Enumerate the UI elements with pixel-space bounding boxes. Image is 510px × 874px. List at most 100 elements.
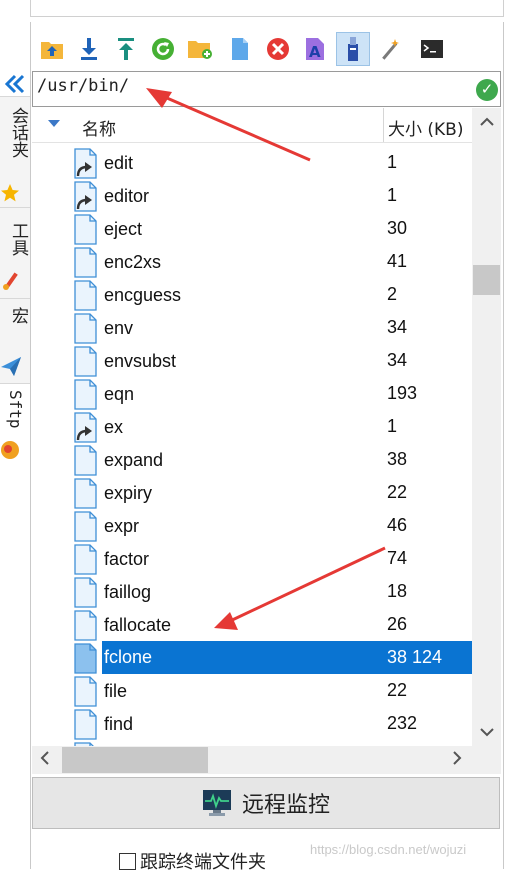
file-row[interactable]: enc2xs 41 bbox=[32, 245, 473, 278]
file-size: 1 bbox=[387, 185, 398, 205]
file-name: envsubst bbox=[104, 351, 177, 371]
file-size: 38 124 bbox=[384, 641, 473, 674]
follow-terminal-checkbox[interactable] bbox=[119, 852, 136, 870]
file-icon bbox=[74, 643, 97, 674]
file-size: 30 bbox=[387, 218, 408, 238]
file-row[interactable]: eject 30 bbox=[32, 212, 473, 245]
side-panel: 会话夹 工具 宏 Sftp bbox=[0, 22, 30, 869]
column-divider[interactable] bbox=[383, 108, 384, 142]
file-name: expr bbox=[104, 516, 140, 536]
file-row[interactable]: fclone 38 124 bbox=[32, 641, 473, 674]
sort-arrow-icon[interactable] bbox=[48, 120, 60, 127]
column-name-header[interactable]: 名称 bbox=[82, 115, 116, 140]
refresh-button[interactable] bbox=[146, 32, 180, 66]
column-size-header[interactable]: 大小 (KB) bbox=[388, 115, 463, 140]
file-row[interactable]: expand 38 bbox=[32, 443, 473, 476]
file-icon bbox=[74, 214, 97, 245]
file-size: 2 bbox=[387, 284, 398, 304]
download-button[interactable] bbox=[72, 32, 106, 66]
file-row[interactable]: expiry 22 bbox=[32, 476, 473, 509]
file-row[interactable]: editor 1 bbox=[32, 179, 473, 212]
file-row[interactable]: env 34 bbox=[32, 311, 473, 344]
file-name: eqn bbox=[104, 384, 135, 404]
tab-tools[interactable]: 工具 bbox=[0, 207, 30, 298]
scroll-down-button[interactable] bbox=[472, 718, 501, 746]
file-row[interactable]: fallocate 26 bbox=[32, 608, 473, 641]
remote-monitor-button[interactable]: 远程监控 bbox=[32, 777, 500, 829]
file-name: edit bbox=[104, 153, 134, 173]
file-row[interactable]: envsubst 34 bbox=[32, 344, 473, 377]
file-size: 38 bbox=[387, 449, 408, 469]
file-row[interactable]: file 22 bbox=[32, 674, 473, 707]
star-icon bbox=[1, 184, 19, 202]
follow-terminal-option[interactable]: 跟踪终端文件夹 bbox=[119, 848, 266, 874]
parent-folder-button[interactable] bbox=[35, 32, 69, 66]
double-chevron-left-icon bbox=[4, 74, 25, 94]
file-size: 74 bbox=[387, 548, 408, 568]
file-row[interactable]: ex 1 bbox=[32, 410, 473, 443]
file-row[interactable]: eqn 193 bbox=[32, 377, 473, 410]
file-size: 26 bbox=[387, 614, 408, 634]
scroll-up-button[interactable] bbox=[472, 108, 501, 136]
new-folder-icon bbox=[188, 41, 212, 59]
file-icon bbox=[74, 445, 97, 476]
chevron-up-icon bbox=[479, 117, 494, 126]
magic-button[interactable] bbox=[374, 32, 408, 66]
file-icon bbox=[74, 478, 97, 509]
file-size: 1 bbox=[387, 416, 398, 436]
tab-sessions-label: 会话夹 bbox=[8, 107, 28, 158]
tool-icon bbox=[3, 272, 18, 290]
scroll-right-button[interactable] bbox=[444, 746, 470, 774]
path-ok-icon[interactable]: ✓ bbox=[476, 79, 498, 101]
file-size: 1 bbox=[387, 152, 398, 172]
refresh-icon bbox=[152, 38, 174, 60]
permissions-button[interactable] bbox=[336, 32, 370, 66]
tab-sftp[interactable]: Sftp bbox=[0, 383, 30, 470]
file-size: 232 bbox=[387, 713, 418, 733]
tab-macros[interactable]: 宏 bbox=[0, 298, 30, 383]
vertical-scrollbar[interactable] bbox=[472, 108, 501, 746]
follow-terminal-label: 跟踪终端文件夹 bbox=[140, 852, 266, 873]
delete-button[interactable] bbox=[261, 32, 295, 66]
file-icon bbox=[74, 577, 97, 608]
file-row[interactable]: find 232 bbox=[32, 707, 473, 740]
file-name: ex bbox=[104, 417, 124, 437]
delete-icon bbox=[267, 38, 289, 60]
file-icon bbox=[74, 676, 97, 707]
file-size: 22 bbox=[387, 680, 408, 700]
upload-button[interactable] bbox=[109, 32, 143, 66]
path-input[interactable]: /usr/bin/ ✓ bbox=[32, 71, 501, 107]
file-name: fclone bbox=[102, 641, 387, 674]
file-name: file bbox=[104, 681, 128, 701]
file-icon bbox=[74, 511, 97, 542]
file-row[interactable]: expr 46 bbox=[32, 509, 473, 542]
file-name: factor bbox=[104, 549, 150, 569]
horizontal-scrollbar[interactable] bbox=[32, 746, 501, 774]
new-folder-button[interactable] bbox=[183, 32, 217, 66]
chevron-left-icon bbox=[40, 751, 49, 765]
file-row[interactable]: faillog 18 bbox=[32, 575, 473, 608]
symlink-file-icon bbox=[74, 148, 97, 179]
file-row[interactable]: factor 74 bbox=[32, 542, 473, 575]
file-name: find bbox=[104, 714, 134, 734]
scroll-left-button[interactable] bbox=[32, 746, 58, 774]
vertical-scroll-thumb[interactable] bbox=[473, 265, 500, 295]
upload-icon bbox=[118, 38, 134, 60]
remote-monitor-label: 远程监控 bbox=[241, 793, 330, 818]
tab-sessions[interactable]: 会话夹 bbox=[0, 96, 30, 207]
file-icon bbox=[74, 610, 97, 641]
terminal-button[interactable] bbox=[415, 32, 449, 66]
file-row[interactable]: encguess 2 bbox=[32, 278, 473, 311]
file-size: 22 bbox=[387, 482, 408, 502]
horizontal-scroll-thumb[interactable] bbox=[62, 747, 208, 773]
sftp-icon bbox=[1, 441, 19, 459]
file-row[interactable]: edit 1 bbox=[32, 146, 473, 179]
file-name: encguess bbox=[104, 285, 182, 305]
file-name: faillog bbox=[104, 582, 152, 602]
tab-tools-label: 工具 bbox=[8, 222, 28, 256]
usb-icon bbox=[348, 37, 358, 61]
new-file-button[interactable] bbox=[223, 32, 257, 66]
chevron-right-icon bbox=[453, 751, 462, 765]
rename-button[interactable]: A bbox=[298, 32, 332, 66]
symlink-file-icon bbox=[74, 181, 97, 212]
